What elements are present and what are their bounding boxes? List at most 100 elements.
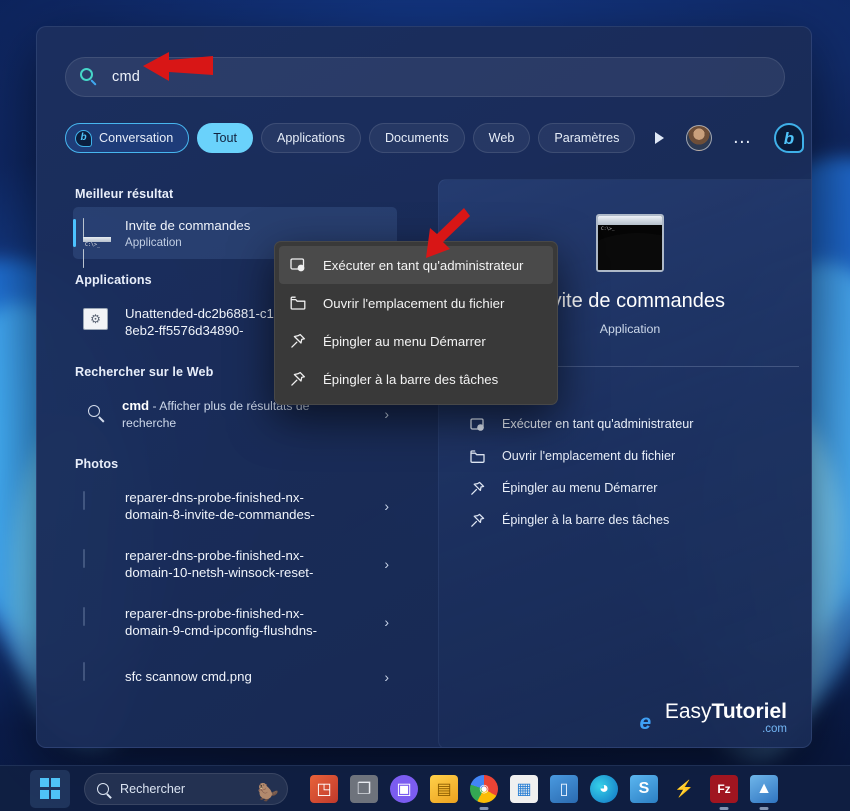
- pin-icon: [469, 480, 486, 497]
- taskbar-app-blue-icon[interactable]: ▯: [550, 774, 578, 803]
- result-title-line2: domain-9-cmd-ipconfig-flushdns-: [125, 623, 318, 638]
- section-header-best-result: Meilleur résultat: [75, 187, 174, 201]
- taskbar-network-utility-icon[interactable]: ⚡: [670, 775, 698, 803]
- tab-all-label: Tout: [213, 131, 238, 145]
- chevron-right-icon[interactable]: [655, 132, 665, 144]
- bing-chat-icon: b: [75, 129, 92, 147]
- taskbar: Rechercher 🦫 ◳ ❐ ▣ ▤ ◉ ▦ ▯ ◕ S ⚡ Fz ▲: [0, 765, 850, 811]
- taskbar-filezilla-icon[interactable]: Fz: [710, 774, 738, 810]
- tab-documents[interactable]: Documents: [368, 123, 465, 153]
- context-menu-item-pin-to-start[interactable]: Épingler au menu Démarrer: [279, 322, 553, 360]
- result-title-line1: reparer-dns-probe-finished-nx-: [125, 489, 304, 505]
- tab-all[interactable]: Tout: [197, 123, 254, 153]
- result-title-line1: reparer-dns-probe-finished-nx-: [125, 605, 304, 621]
- taskbar-photos-icon[interactable]: ▲: [750, 774, 778, 810]
- bing-chat-icon-button[interactable]: b: [773, 123, 804, 153]
- result-photo-4[interactable]: sfc scannow cmd.png ›: [73, 651, 397, 703]
- result-title: Invite de commandes: [125, 217, 251, 233]
- preview-action-run-as-admin[interactable]: Exécuter en tant qu'administrateur: [461, 408, 799, 440]
- search-icon: [97, 782, 109, 795]
- result-photo-2[interactable]: reparer-dns-probe-finished-nx- domain-10…: [73, 535, 397, 593]
- result-title-line2: domain-8-invite-de-commandes-: [125, 507, 315, 522]
- tab-documents-label: Documents: [384, 131, 449, 145]
- windows-logo-icon: [39, 778, 61, 799]
- preview-action-pin-to-taskbar[interactable]: Épingler à la barre des tâches: [461, 504, 799, 536]
- easytutoriel-logo: e: [639, 711, 652, 734]
- taskbar-search-placeholder: Rechercher: [120, 781, 186, 796]
- photo-thumbnail: [83, 491, 111, 520]
- context-menu-label: Épingler au menu Démarrer: [323, 333, 486, 349]
- preview-action-pin-to-start[interactable]: Épingler au menu Démarrer: [461, 472, 799, 504]
- windows-start-button[interactable]: [30, 769, 70, 808]
- chevron-right-icon[interactable]: ›: [380, 614, 389, 630]
- context-menu-item-run-as-admin[interactable]: Exécuter en tant qu'administrateur: [279, 246, 553, 284]
- folder-icon: [469, 448, 486, 465]
- result-photo-3[interactable]: reparer-dns-probe-finished-nx- domain-9-…: [73, 593, 397, 651]
- pin-icon: [289, 370, 307, 388]
- tab-conversation[interactable]: b Conversation: [65, 123, 190, 153]
- red-arrow-annotation-run-as-admin: [424, 208, 470, 265]
- pin-icon: [469, 512, 486, 529]
- preview-action-label: Épingler au menu Démarrer: [502, 481, 658, 495]
- chevron-right-icon[interactable]: ›: [380, 556, 389, 572]
- folder-icon: [289, 294, 307, 312]
- context-menu-label: Épingler à la barre des tâches: [323, 371, 499, 387]
- tab-web[interactable]: Web: [472, 123, 531, 153]
- result-query-bold: cmd: [122, 397, 150, 413]
- tab-web-label: Web: [488, 131, 515, 145]
- photo-thumbnail: [83, 607, 111, 636]
- settings-file-icon: ⚙: [83, 308, 111, 336]
- search-icon: [80, 68, 98, 86]
- more-options-button[interactable]: …: [732, 128, 753, 147]
- watermark-text: EasyTutoriel: [665, 701, 787, 722]
- photo-thumbnail-dark: [83, 662, 111, 691]
- search-highlight-icon: 🦫: [257, 782, 279, 802]
- context-menu-item-open-file-location[interactable]: Ouvrir l'emplacement du fichier: [279, 284, 553, 322]
- search-input-value: cmd: [112, 69, 140, 85]
- tab-conversation-label: Conversation: [99, 131, 174, 145]
- running-indicator: [759, 807, 769, 810]
- running-indicator: [479, 807, 489, 810]
- pin-icon: [289, 332, 307, 350]
- taskbar-google-chrome-icon[interactable]: ◉: [470, 774, 498, 810]
- taskbar-chat-icon[interactable]: ▣: [390, 774, 418, 803]
- watermark-easy: Easy: [664, 700, 712, 723]
- taskbar-microsoft-edge-icon[interactable]: ◕: [590, 774, 618, 803]
- avatar[interactable]: [686, 125, 713, 151]
- running-indicator: [719, 807, 729, 810]
- taskbar-search-box[interactable]: Rechercher 🦫: [84, 772, 288, 805]
- chevron-right-icon[interactable]: ›: [380, 406, 389, 422]
- taskbar-snagit-icon[interactable]: S: [630, 774, 658, 803]
- chevron-right-icon[interactable]: ›: [380, 498, 389, 514]
- watermark-domain: .com: [762, 723, 787, 735]
- result-title-line2: domain-10-netsh-winsock-reset-: [125, 565, 314, 580]
- taskbar-task-view-icon[interactable]: ❐: [350, 774, 378, 803]
- context-menu: Exécuter en tant qu'administrateur Ouvri…: [274, 241, 558, 405]
- tab-settings-label: Paramètres: [554, 131, 620, 145]
- taskbar-powerpoint-designer-icon[interactable]: ◳: [310, 774, 338, 803]
- preview-action-open-file-location[interactable]: Ouvrir l'emplacement du fichier: [461, 440, 799, 472]
- easytutoriel-watermark: e EasyTutoriel .com: [633, 701, 787, 735]
- shield-run-as-admin-icon: [469, 416, 486, 433]
- tab-settings[interactable]: Paramètres: [538, 123, 636, 153]
- result-photo-1[interactable]: reparer-dns-probe-finished-nx- domain-8-…: [73, 477, 397, 535]
- section-header-photos: Photos: [75, 457, 119, 471]
- watermark-tutoriel: Tutoriel: [711, 700, 787, 723]
- result-title-line1: reparer-dns-probe-finished-nx-: [125, 547, 304, 563]
- preview-action-label: Épingler à la barre des tâches: [502, 513, 670, 527]
- preview-action-label: Exécuter en tant qu'administrateur: [502, 417, 694, 431]
- tab-applications-label: Applications: [277, 131, 345, 145]
- result-title-line1: sfc scannow cmd.png: [125, 669, 252, 685]
- red-arrow-annotation-search: [143, 50, 215, 89]
- search-icon: [86, 403, 108, 425]
- context-menu-label: Ouvrir l'emplacement du fichier: [323, 295, 505, 311]
- taskbar-microsoft-store-icon[interactable]: ▦: [510, 774, 538, 803]
- chevron-right-icon[interactable]: ›: [380, 669, 389, 685]
- photo-thumbnail: [83, 549, 111, 578]
- taskbar-app-icons: ◳ ❐ ▣ ▤ ◉ ▦ ▯ ◕ S ⚡ Fz ▲: [310, 774, 778, 810]
- tab-applications[interactable]: Applications: [261, 123, 361, 153]
- search-filter-tabs: b Conversation Tout Applications Documen…: [65, 121, 804, 155]
- context-menu-item-pin-to-taskbar[interactable]: Épingler à la barre des tâches: [279, 360, 553, 398]
- preview-action-label: Ouvrir l'emplacement du fichier: [502, 449, 676, 463]
- taskbar-file-explorer-icon[interactable]: ▤: [430, 774, 458, 803]
